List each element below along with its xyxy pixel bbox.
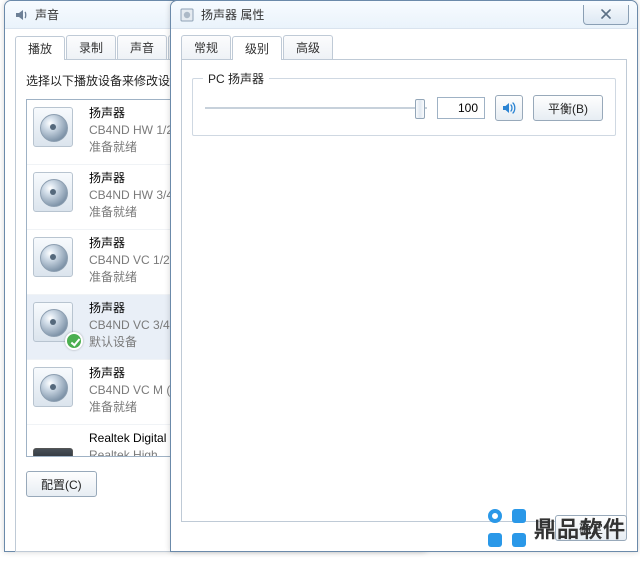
tab-sounds[interactable]: 声音 [117,35,167,59]
brand-logo-icon [488,509,526,547]
props-titlebar[interactable]: 扬声器 属性 [171,1,637,29]
props-title: 扬声器 属性 [201,6,264,23]
speaker-icon [33,237,73,277]
tab-advanced[interactable]: 高级 [283,35,333,59]
tab-recording[interactable]: 录制 [66,35,116,59]
digital-out-icon [33,448,73,457]
volume-value[interactable] [437,97,485,119]
props-tab-panel: PC 扬声器 平衡(B) [181,60,627,522]
volume-slider[interactable] [205,97,427,119]
tab-levels[interactable]: 级别 [232,36,282,61]
speaker-wave-icon [501,101,517,115]
close-button[interactable] [583,5,629,25]
speaker-small-icon [179,7,195,23]
speaker-properties-dialog: 扬声器 属性 常规 级别 高级 PC 扬声器 [170,0,638,552]
props-tabstrip: 常规 级别 高级 [181,35,627,60]
group-legend: PC 扬声器 [203,70,269,87]
tab-playback[interactable]: 播放 [15,36,65,61]
brand-text: 鼎品软件 [534,512,626,544]
balance-button[interactable]: 平衡(B) [533,95,603,121]
tab-general[interactable]: 常规 [181,35,231,59]
brand-watermark: 鼎品软件 [488,509,626,547]
speaker-icon [33,172,73,212]
mute-button[interactable] [495,95,523,121]
checkmark-default-icon [65,332,83,350]
sound-title: 声音 [35,6,59,23]
speaker-icon [33,107,73,147]
speaker-icon [33,367,73,407]
volume-control-icon [13,7,29,23]
slider-thumb[interactable] [415,99,425,119]
close-icon [600,9,612,19]
pc-speaker-group: PC 扬声器 平衡(B) [192,78,616,136]
configure-button[interactable]: 配置(C) [26,471,97,497]
